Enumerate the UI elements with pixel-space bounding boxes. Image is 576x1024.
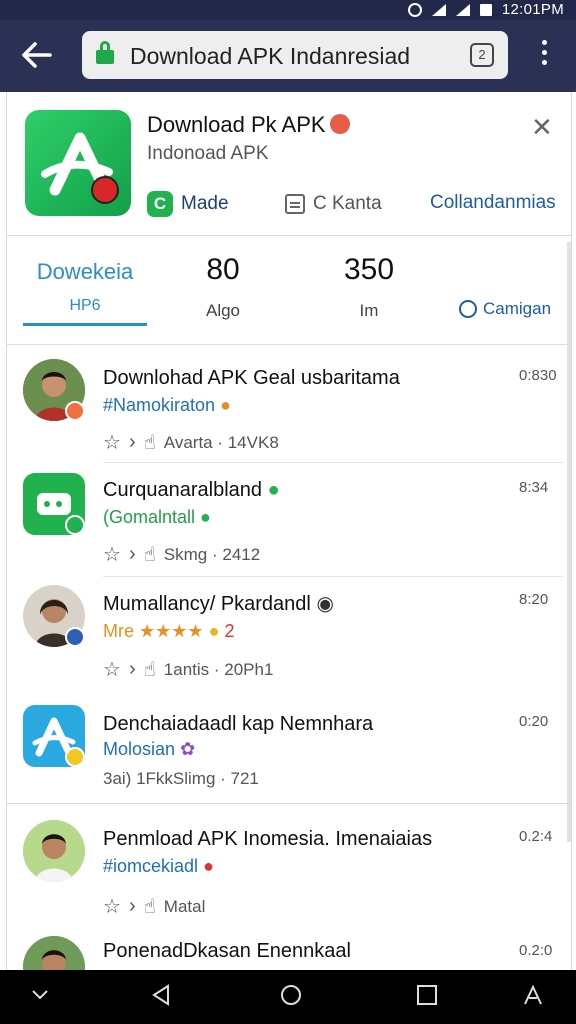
- overflow-menu-icon[interactable]: [536, 40, 552, 70]
- back-nav-icon[interactable]: [150, 984, 172, 1012]
- campaign-button[interactable]: Camigan: [459, 299, 551, 319]
- avatar: [23, 820, 85, 882]
- list-item[interactable]: PonenadDkasan Enennkaal 0.2:0: [7, 922, 571, 970]
- app-subtitle: Indonoad APK: [147, 143, 269, 164]
- tab-value: Dowekeia: [36, 259, 134, 284]
- item-tag: (Gomalntall ●: [103, 507, 211, 527]
- badge-icon: [65, 515, 85, 535]
- item-title: Curquanaralbland ●: [103, 479, 280, 501]
- list-item[interactable]: Curquanaralbland ● (Gomalntall ● ☆ › ☝ S…: [7, 463, 571, 577]
- chevron-right-icon[interactable]: ›: [129, 658, 136, 681]
- list-item[interactable]: Mumallancy/ Pkardandl ◉ Mre ★★★★ ● 2 ☆ ›…: [7, 577, 571, 693]
- calendar-link[interactable]: Collandanmias: [430, 192, 556, 214]
- badge-icon: [65, 401, 85, 421]
- status-bar: 12:01PM: [0, 0, 576, 20]
- stat-value: 350: [343, 253, 395, 286]
- chevron-right-icon[interactable]: ›: [129, 431, 136, 454]
- made-badge-icon: C: [147, 191, 173, 217]
- close-button[interactable]: ✕: [531, 114, 553, 140]
- star-icon[interactable]: ☆: [103, 894, 121, 919]
- stat-label: Im: [359, 301, 379, 320]
- stat-value: 80: [206, 253, 240, 286]
- item-title: Downlohad APK Geal usbaritama: [103, 367, 400, 389]
- stat-label: Algo: [205, 301, 241, 320]
- app-logo-icon: [41, 132, 119, 204]
- item-tag: #iomcekiadl ●: [103, 856, 214, 876]
- stat-im[interactable]: 350 Im: [309, 253, 429, 321]
- wifi-icon: [431, 3, 446, 16]
- item-meta: ☆ › ☝ 1antis · 20Ph1: [103, 657, 274, 682]
- alarm-icon: [407, 2, 422, 17]
- app-icon[interactable]: [25, 110, 131, 216]
- made-button[interactable]: C Made: [147, 190, 229, 218]
- campaign-label: Camigan: [483, 299, 552, 318]
- document-icon: [285, 194, 305, 214]
- star-icon[interactable]: ☆: [103, 542, 121, 567]
- item-time: 0.2:4: [519, 828, 553, 845]
- item-time: 8:20: [519, 591, 549, 608]
- thumbs-up-icon[interactable]: ☝: [144, 430, 156, 455]
- list-item[interactable]: Denchaiadaadl kap Nemnhara Molosian ✿ 3a…: [7, 693, 571, 803]
- app-header-card: Download Pk APK Indonoad APK ✕ C Made C …: [7, 92, 571, 236]
- item-tag: #Namokiraton ●: [103, 395, 231, 415]
- tab-downloads[interactable]: Dowekeia HP6: [23, 259, 147, 326]
- url-text: Download APK Indanresiad: [130, 43, 411, 69]
- thumbs-up-icon[interactable]: ☝: [144, 542, 156, 567]
- stat-algo[interactable]: 80 Algo: [163, 253, 283, 321]
- recents-nav-icon[interactable]: [416, 984, 438, 1012]
- thumbs-up-icon[interactable]: ☝: [144, 894, 156, 919]
- lock-icon: [96, 41, 114, 64]
- item-title: PonenadDkasan Enennkaal: [103, 940, 351, 962]
- item-title: Mumallancy/ Pkardandl ◉: [103, 593, 334, 615]
- app-title: Download Pk APK: [147, 112, 350, 138]
- chevron-right-icon[interactable]: ›: [129, 543, 136, 566]
- campaign-icon: [459, 300, 477, 318]
- tab-label: HP6: [69, 297, 101, 314]
- item-time: 0.2:0: [519, 942, 553, 959]
- page-content: Download Pk APK Indonoad APK ✕ C Made C …: [6, 92, 572, 970]
- item-meta: ☆ › ☝ Avarta · 14VK8: [103, 430, 279, 455]
- back-arrow-icon: [22, 42, 52, 68]
- emoji-icon: [329, 114, 350, 134]
- screenshot-nav-icon[interactable]: [522, 984, 544, 1012]
- item-time: 0:20: [519, 713, 549, 730]
- browser-toolbar: Download APK Indanresiad 2: [0, 20, 576, 92]
- signal-icon: [455, 3, 470, 16]
- list-item[interactable]: Penmload APK Inomesia. Imenaiaias #iomce…: [7, 804, 571, 922]
- star-icon[interactable]: ☆: [103, 657, 121, 682]
- item-tag: Molosian ✿: [103, 739, 196, 759]
- battery-icon: [479, 3, 492, 16]
- tab-switcher-button[interactable]: 2: [470, 43, 494, 67]
- status-time: 12:01PM: [501, 1, 564, 18]
- back-button[interactable]: [20, 40, 56, 70]
- stats-row: Dowekeia HP6 80 Algo 350 Im Camigan: [7, 237, 571, 345]
- made-label: Made: [181, 193, 229, 214]
- active-tab-indicator: [23, 323, 147, 326]
- thumbs-up-icon[interactable]: ☝: [144, 657, 156, 682]
- list-item[interactable]: Downlohad APK Geal usbaritama #Namokirat…: [7, 347, 571, 463]
- address-bar[interactable]: Download APK Indanresiad 2: [82, 31, 508, 79]
- kanta-label: C Kanta: [313, 193, 382, 214]
- item-time: 8:34: [519, 479, 549, 496]
- avatar: [23, 936, 85, 970]
- item-title: Penmload APK Inomesia. Imenaiaias: [103, 828, 433, 850]
- item-title: Denchaiadaadl kap Nemnhara: [103, 713, 374, 735]
- chevron-down-icon[interactable]: [30, 984, 50, 1010]
- chevron-right-icon[interactable]: ›: [129, 895, 136, 918]
- system-nav-bar: [0, 970, 576, 1024]
- badge-icon: [65, 627, 85, 647]
- item-meta: ☆ › ☝ Skmg · 2412: [103, 542, 261, 567]
- home-nav-icon[interactable]: [280, 984, 302, 1012]
- badge-icon: [65, 747, 85, 767]
- item-time: 0:830: [519, 367, 557, 384]
- star-icon[interactable]: ☆: [103, 430, 121, 455]
- item-meta: 3ai) 1FkkSlimg · 721: [103, 769, 259, 788]
- item-meta: ☆ › ☝ Matal: [103, 894, 206, 919]
- kanta-button[interactable]: C Kanta: [285, 190, 382, 218]
- item-tag: Mre ★★★★ ● 2: [103, 621, 235, 641]
